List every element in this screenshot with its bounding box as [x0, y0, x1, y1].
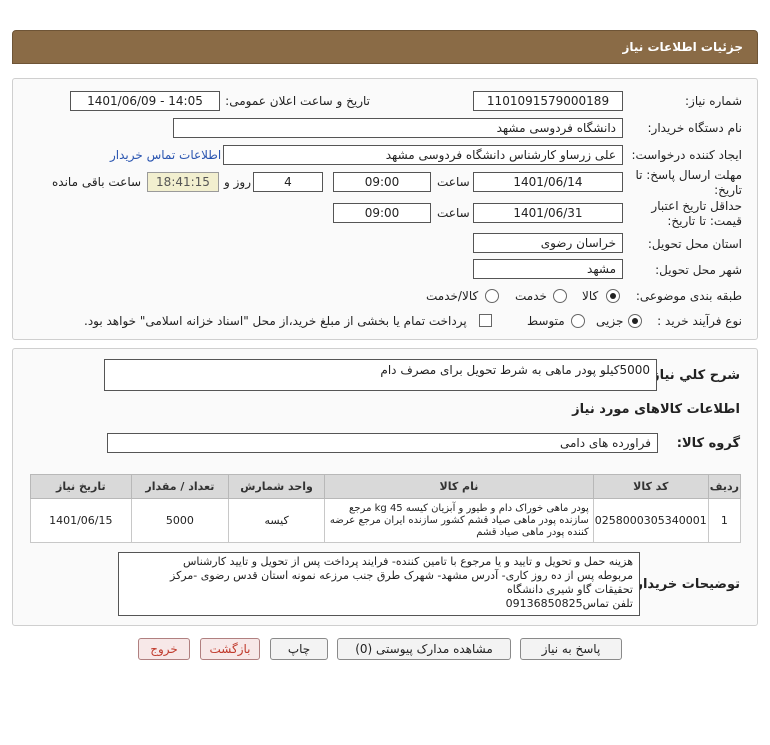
- process-radio-medium[interactable]: [571, 314, 585, 328]
- col-row: ردیف: [707, 474, 742, 499]
- process-option-medium: متوسط: [527, 314, 565, 328]
- province-field: خراسان رضوی: [473, 233, 623, 253]
- city-label: شهر محل تحویل:: [655, 263, 742, 277]
- treasury-checkbox[interactable]: [479, 314, 492, 327]
- validity-label-1: حداقل تاریخ اعتبار: [651, 199, 742, 213]
- summary-field: 5000کیلو پودر ماهی به شرط تحویل برای مصر…: [104, 359, 657, 391]
- category-option-service: خدمت: [515, 289, 547, 303]
- back-button[interactable]: بازگشت: [200, 638, 260, 660]
- province-label: استان محل تحویل:: [647, 237, 742, 251]
- summary-label: شرح کلي نياز:: [646, 368, 740, 383]
- process-label: نوع فرآیند خرید :: [657, 314, 742, 328]
- col-qty: تعداد / مقدار: [130, 474, 230, 499]
- deadline-time-label: ساعت: [437, 175, 470, 189]
- goods-section-title: اطلاعات کالاهای مورد نیاز: [572, 402, 740, 417]
- table-row: 1 0258000305340001 پودر ماهی خوراک دام و…: [30, 498, 742, 543]
- process-option-minor: جزیی: [596, 314, 624, 328]
- col-unit: واحد شمارش: [228, 474, 326, 499]
- buyer-notes-label: توضیحات خریدار:: [630, 577, 740, 592]
- validity-time-label: ساعت: [437, 206, 470, 220]
- days-field: 4: [253, 172, 323, 192]
- announce-label: تاریخ و ساعت اعلان عمومی:: [225, 94, 370, 108]
- cell-code: 0258000305340001: [592, 498, 709, 543]
- days-label: روز و: [224, 175, 251, 189]
- col-date: تاریخ نیاز: [30, 474, 132, 499]
- remaining-time-field: 18:41:15: [147, 172, 219, 192]
- page-title: جزئیات اطلاعات نیاز: [12, 30, 758, 64]
- cell-qty: 5000: [130, 498, 230, 543]
- payment-note: پرداخت تمام یا بخشی از مبلغ خرید،از محل …: [84, 314, 467, 328]
- buyer-notes-line: هزینه حمل و تحویل و تایید و یا مرجوع با …: [182, 555, 633, 568]
- validity-time-field: 09:00: [333, 203, 431, 223]
- buyer-org-label: نام دستگاه خریدار:: [647, 121, 743, 135]
- contact-buyer-link[interactable]: اطلاعات تماس خریدار: [110, 148, 221, 162]
- category-option-both: کالا/خدمت: [426, 289, 479, 303]
- validity-label-2: قیمت: تا تاریخ:: [667, 214, 742, 228]
- deadline-time-field: 09:00: [333, 172, 431, 192]
- cell-date: 1401/06/15: [30, 498, 132, 543]
- requester-label: ایجاد کننده درخواست:: [631, 148, 742, 162]
- city-field: مشهد: [473, 259, 623, 279]
- col-name: نام کالا: [324, 474, 594, 499]
- category-option-goods: کالا: [582, 289, 599, 303]
- print-button[interactable]: چاپ: [270, 638, 328, 660]
- category-radio-service[interactable]: [553, 289, 567, 303]
- col-code: کد کالا: [592, 474, 709, 499]
- requester-field: علی زرساو کارشناس دانشگاه فردوسی مشهد: [223, 145, 623, 165]
- deadline-label-2: تاریخ:: [714, 183, 742, 197]
- need-number-label: شماره نیاز:: [685, 94, 742, 108]
- buyer-notes-line: مربوطه پس از ده روز کاری- آدرس مشهد- شهر…: [170, 569, 633, 582]
- buyer-notes-field: هزینه حمل و تحویل و تایید و یا مرجوع با …: [118, 552, 640, 616]
- announce-field: 1401/06/09 - 14:05: [70, 91, 220, 111]
- validity-date-field: 1401/06/31: [473, 203, 623, 223]
- goods-table: ردیف کد کالا نام کالا واحد شمارش تعداد /…: [30, 474, 742, 543]
- cell-name: پودر ماهی خوراک دام و طیور و آبزیان کیسه…: [324, 498, 594, 543]
- need-number-field: 1101091579000189: [473, 91, 623, 111]
- exit-button[interactable]: خروج: [138, 638, 190, 660]
- view-attachments-button[interactable]: مشاهده مدارک پیوستی (0): [337, 638, 511, 660]
- cell-row: 1: [707, 498, 742, 543]
- process-radio-minor[interactable]: [628, 314, 642, 328]
- remaining-label: ساعت باقی مانده: [52, 175, 142, 189]
- category-radio-goods[interactable]: [606, 289, 620, 303]
- deadline-label-1: مهلت ارسال پاسخ: تا: [635, 168, 742, 182]
- buyer-notes-line: تلفن تماس09136850825: [505, 597, 633, 610]
- goods-group-field: فراورده های دامی: [107, 433, 658, 453]
- buyer-notes-line: تحقیقات گاو شیری دانشگاه: [507, 583, 633, 596]
- deadline-date-field: 1401/06/14: [473, 172, 623, 192]
- cell-unit: کیسه: [228, 498, 326, 543]
- reply-button[interactable]: پاسخ به نیاز: [520, 638, 622, 660]
- category-label: طبقه بندی موضوعی:: [635, 289, 742, 303]
- goods-group-label: گروه کالا:: [676, 436, 740, 451]
- buyer-org-field: دانشگاه فردوسی مشهد: [173, 118, 623, 138]
- category-radio-both[interactable]: [485, 289, 499, 303]
